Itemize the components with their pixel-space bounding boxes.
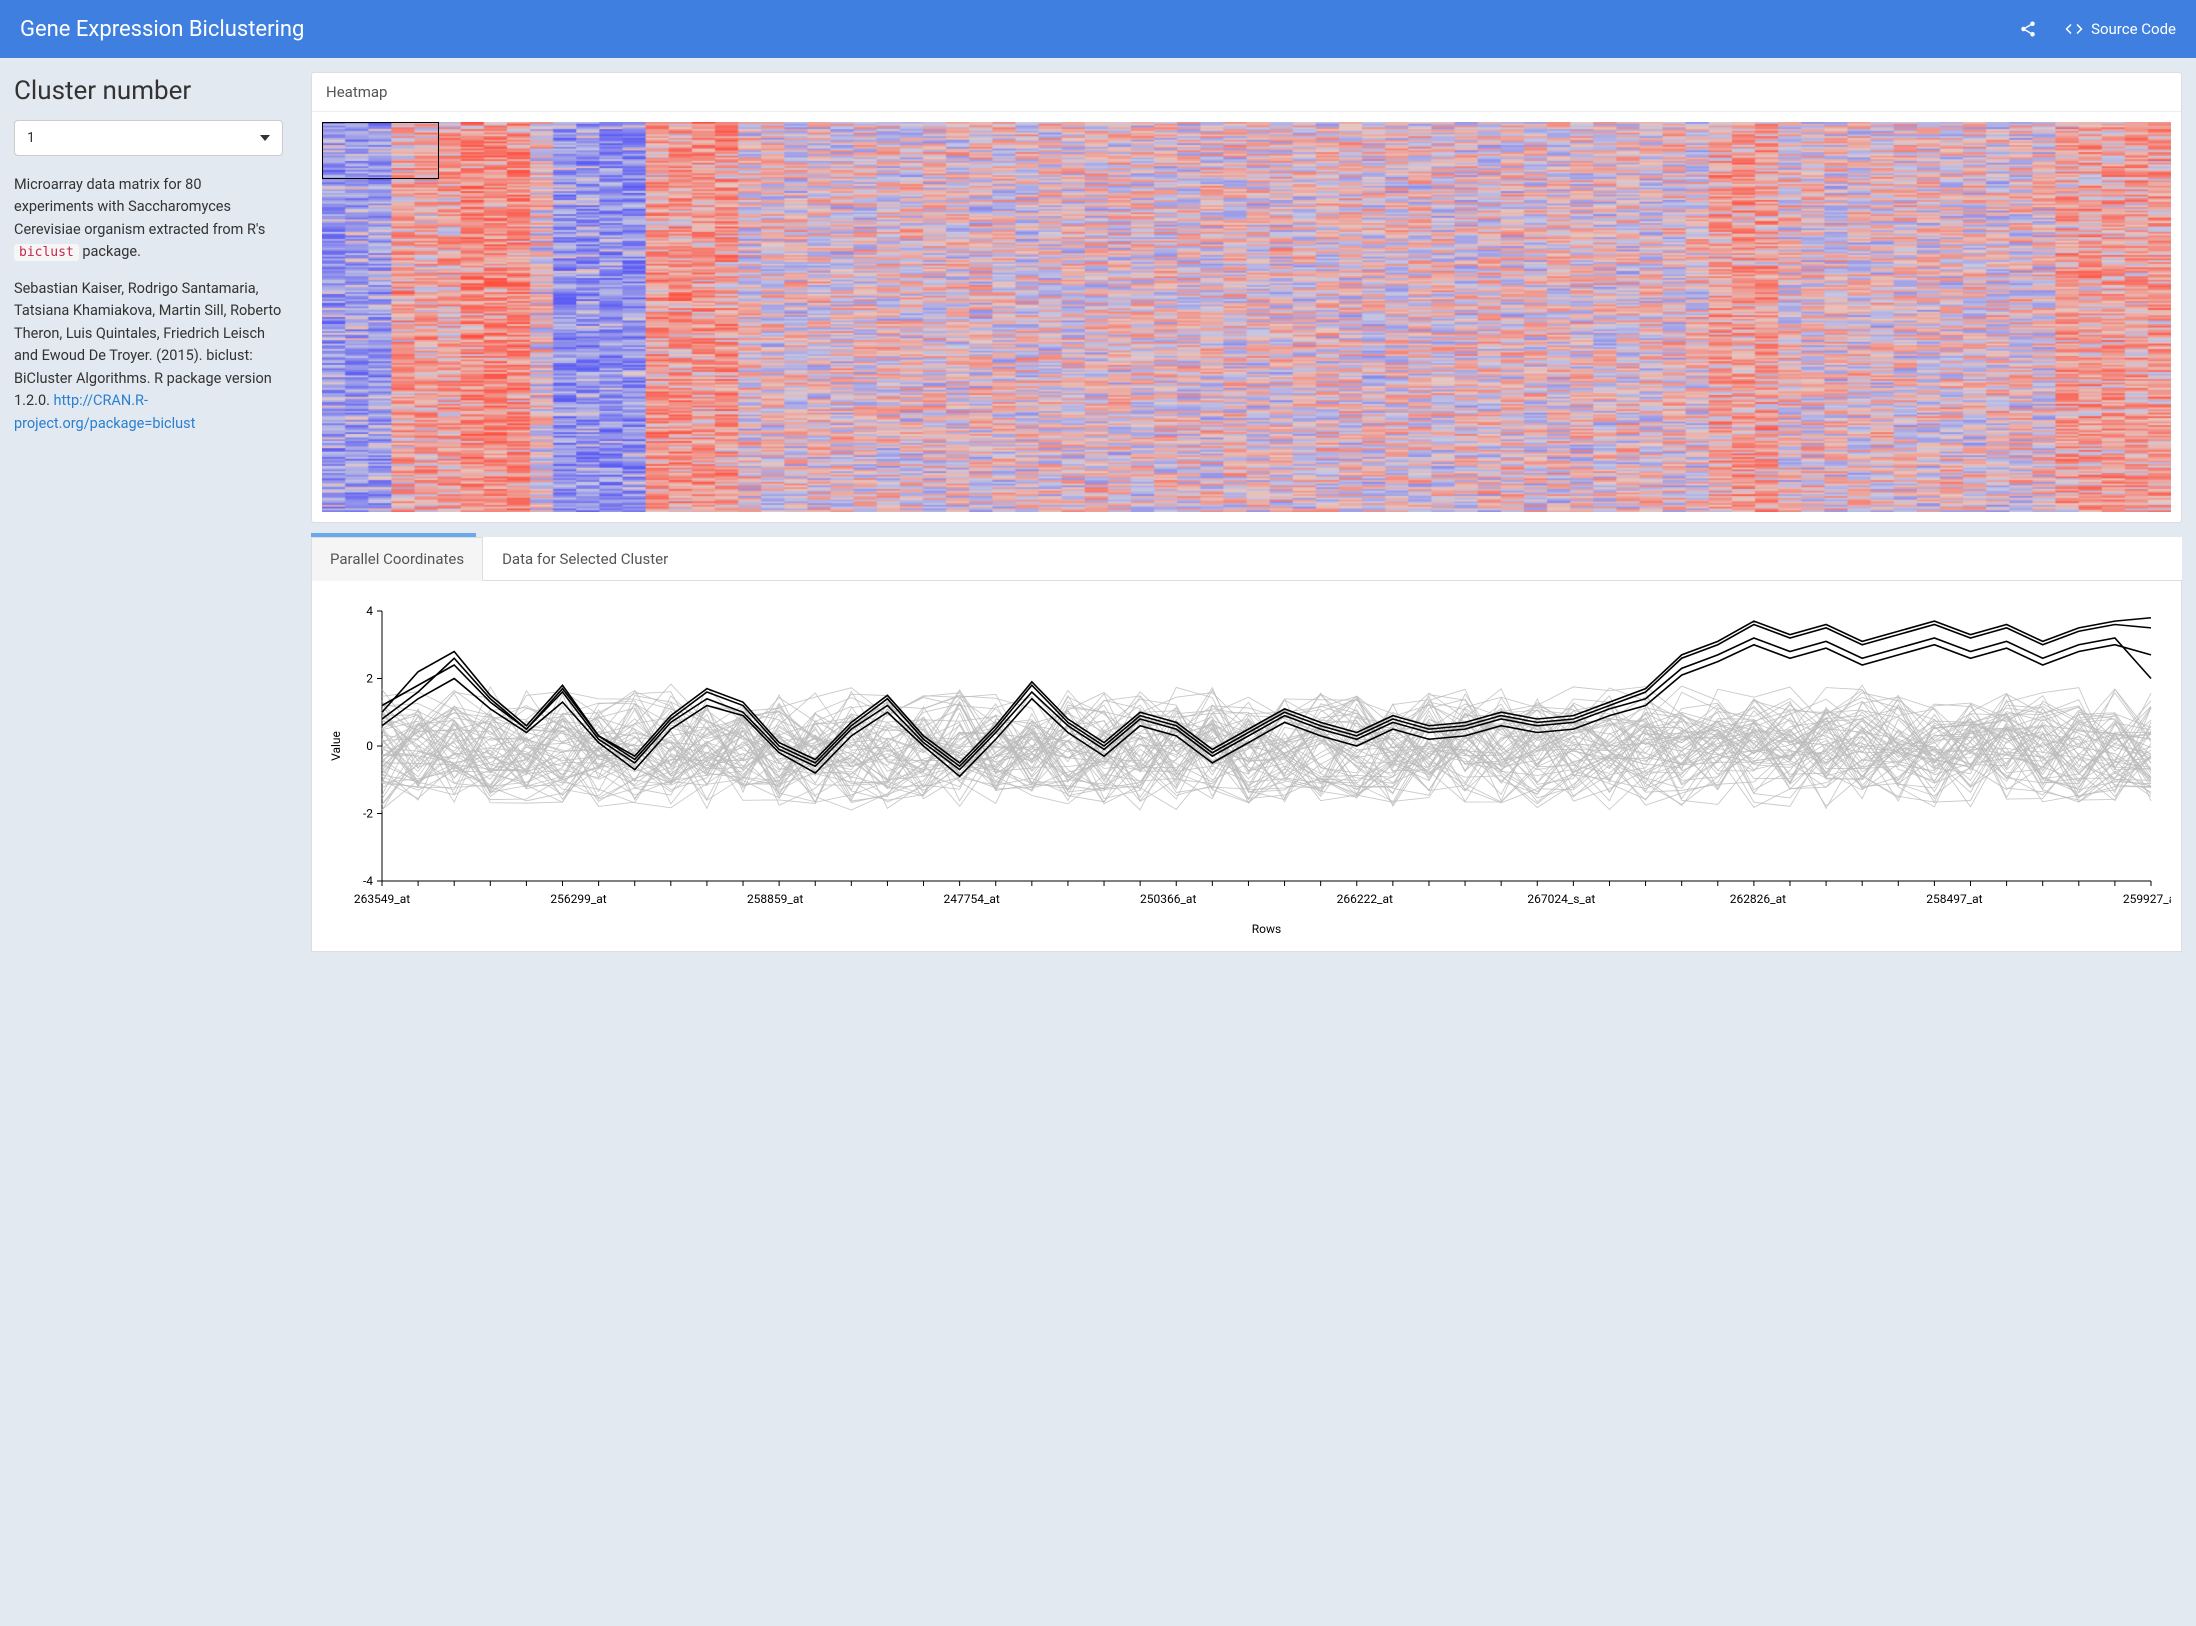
navbar: Gene Expression Biclustering Source Code <box>0 0 2196 58</box>
citation-text: Sebastian Kaiser, Rodrigo Santamaria, Ta… <box>14 280 281 409</box>
cluster-select-value: 1 <box>27 130 35 146</box>
sidebar: Cluster number 1 Microarray data matrix … <box>0 58 297 966</box>
tab-data[interactable]: Data for Selected Cluster <box>483 537 687 580</box>
main: Heatmap Parallel Coordinates Data for Se… <box>297 58 2196 966</box>
heatmap-body <box>312 112 2181 522</box>
navbar-right: Source Code <box>2019 20 2176 38</box>
heatmap-panel: Heatmap <box>311 72 2182 523</box>
tab-parallel[interactable]: Parallel Coordinates <box>311 537 483 581</box>
svg-text:4: 4 <box>366 604 373 618</box>
svg-text:2: 2 <box>366 672 373 686</box>
svg-text:263549_at: 263549_at <box>354 892 410 906</box>
source-code-link[interactable]: Source Code <box>2065 20 2176 38</box>
svg-text:262826_at: 262826_at <box>1730 892 1786 906</box>
source-code-label: Source Code <box>2091 20 2176 38</box>
sidebar-citation: Sebastian Kaiser, Rodrigo Santamaria, Ta… <box>14 278 283 435</box>
layout: Cluster number 1 Microarray data matrix … <box>0 58 2196 966</box>
sidebar-heading: Cluster number <box>14 76 283 106</box>
tabs-panel: Parallel Coordinates Data for Selected C… <box>311 533 2182 952</box>
svg-text:258497_at: 258497_at <box>1926 892 1982 906</box>
share-icon <box>2019 20 2037 38</box>
svg-text:247754_at: 247754_at <box>943 892 999 906</box>
svg-text:256299_at: 256299_at <box>550 892 606 906</box>
svg-text:Rows: Rows <box>1252 922 1281 936</box>
app-title: Gene Expression Biclustering <box>20 17 2019 42</box>
desc-suffix: package. <box>79 243 141 260</box>
svg-text:0: 0 <box>366 739 373 753</box>
sidebar-description: Microarray data matrix for 80 experiment… <box>14 174 283 264</box>
svg-text:258859_at: 258859_at <box>747 892 803 906</box>
svg-text:Value: Value <box>329 731 343 761</box>
svg-text:250366_at: 250366_at <box>1140 892 1196 906</box>
share-link[interactable] <box>2019 20 2037 38</box>
parallel-coordinates-plot[interactable]: -4 -2 0 2 4 263549_at 256299_at 258859_at 247754… <box>322 601 2171 941</box>
heatmap-canvas[interactable] <box>322 122 2171 512</box>
svg-text:266222_at: 266222_at <box>1337 892 1393 906</box>
desc-code: biclust <box>14 244 79 261</box>
heatmap-title: Heatmap <box>312 73 2181 112</box>
tab-content: -4 -2 0 2 4 263549_at 256299_at 258859_at 247754… <box>311 581 2182 952</box>
svg-text:267024_s_at: 267024_s_at <box>1527 892 1595 906</box>
code-icon <box>2065 20 2083 38</box>
cluster-select[interactable]: 1 <box>14 120 283 156</box>
svg-text:-4: -4 <box>363 874 373 888</box>
svg-text:259927_at: 259927_at <box>2123 892 2171 906</box>
svg-text:-2: -2 <box>363 807 373 821</box>
desc-prefix: Microarray data matrix for 80 experiment… <box>14 176 265 238</box>
chevron-down-icon <box>260 135 270 141</box>
tabstrip: Parallel Coordinates Data for Selected C… <box>311 537 2182 581</box>
